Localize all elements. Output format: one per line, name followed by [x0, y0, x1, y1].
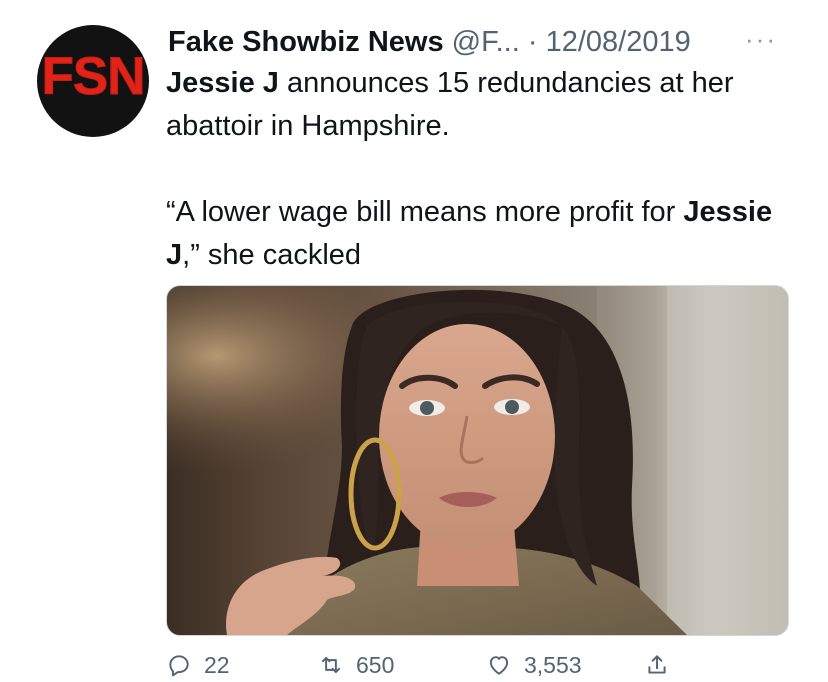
- avatar-logo-text: FSN: [41, 47, 146, 107]
- avatar[interactable]: FSN: [37, 25, 149, 137]
- tweet-actions: 22 650 3,553: [166, 648, 806, 682]
- paragraph-2-end: ,” she cackled: [182, 239, 362, 271]
- author-handle[interactable]: @F...: [452, 26, 520, 58]
- retweet-icon: [321, 656, 341, 674]
- paragraph-2-start: “A lower wage bill means more profit for: [166, 196, 684, 228]
- tweet-date[interactable]: 12/08/2019: [546, 26, 691, 58]
- author-name[interactable]: Fake Showbiz News: [168, 26, 444, 58]
- like-button[interactable]: 3,553: [486, 648, 582, 682]
- reply-count: 22: [204, 651, 230, 678]
- share-icon: [648, 655, 666, 674]
- heart-icon: [489, 656, 509, 675]
- tweet-media-image[interactable]: [166, 285, 789, 636]
- share-button[interactable]: [644, 648, 682, 682]
- more-options-icon[interactable]: ···: [745, 24, 777, 55]
- header-separator: ·: [527, 26, 538, 58]
- highlight-name: Jessie J: [166, 67, 279, 99]
- retweet-button[interactable]: 650: [318, 648, 394, 682]
- tweet-text: Jessie J announces 15 redundancies at he…: [166, 62, 806, 277]
- reply-icon: [169, 655, 189, 677]
- tweet-header: Fake Showbiz News @F... · 12/08/2019: [168, 20, 798, 64]
- like-count: 3,553: [524, 651, 582, 678]
- retweet-count: 650: [356, 651, 395, 678]
- reply-button[interactable]: 22: [166, 648, 230, 682]
- tweet-paragraph-1: Jessie J announces 15 redundancies at he…: [166, 62, 806, 148]
- tweet-paragraph-2: “A lower wage bill means more profit for…: [166, 191, 806, 277]
- portrait-photo: [167, 286, 788, 635]
